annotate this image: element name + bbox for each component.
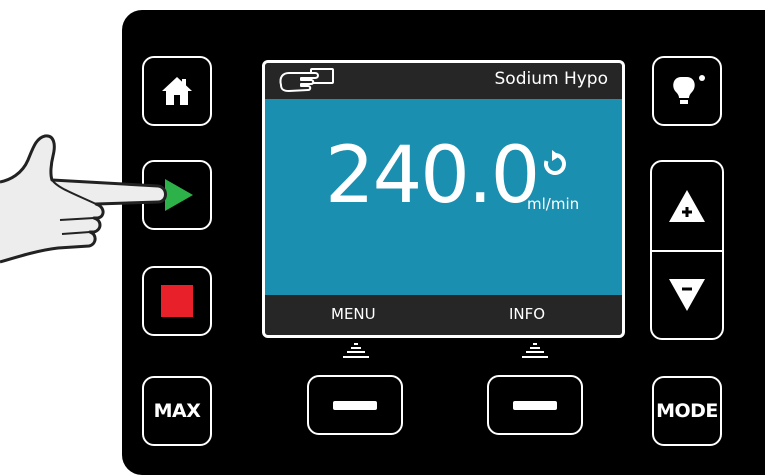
stop-button[interactable]	[142, 266, 212, 336]
flow-rate-value: 240.0	[325, 131, 540, 221]
mode-button[interactable]: MODE	[652, 376, 722, 446]
up-arrow-icon	[669, 190, 705, 222]
softkey-press-indicator-left	[343, 343, 369, 358]
softkey-info-button[interactable]	[487, 375, 583, 435]
home-button[interactable]	[142, 56, 212, 126]
screen-header: Sodium Hypo	[265, 63, 622, 99]
max-button[interactable]: MAX	[142, 376, 212, 446]
softkey-label-menu: MENU	[331, 305, 376, 323]
mode-label: MODE	[656, 400, 718, 422]
softkey-bar	[513, 400, 557, 410]
flow-rate-unit: ml/min	[527, 195, 580, 213]
home-icon	[162, 77, 192, 105]
lightbulb-icon	[673, 75, 705, 104]
softkey-bar	[333, 400, 377, 410]
display-screen: Sodium Hypo 240.0 ml/min MENU INFO	[262, 60, 625, 338]
decrease-button[interactable]	[652, 252, 722, 338]
pointing-hand-illustration	[0, 134, 167, 264]
max-label: MAX	[153, 400, 201, 422]
flow-adjust-rocker	[650, 160, 724, 340]
softkey-press-indicator-right	[522, 343, 548, 358]
product-name: Sodium Hypo	[494, 69, 608, 89]
info-button[interactable]	[652, 56, 722, 126]
screen-footer: MENU INFO	[265, 295, 622, 335]
softkey-label-info: INFO	[509, 305, 546, 323]
clockwise-rotation-icon	[544, 150, 566, 175]
softkey-menu-button[interactable]	[307, 375, 403, 435]
increase-button[interactable]	[652, 162, 722, 250]
stop-icon	[161, 285, 193, 317]
hand-pointer-icon	[279, 68, 334, 92]
down-arrow-icon	[669, 279, 705, 311]
